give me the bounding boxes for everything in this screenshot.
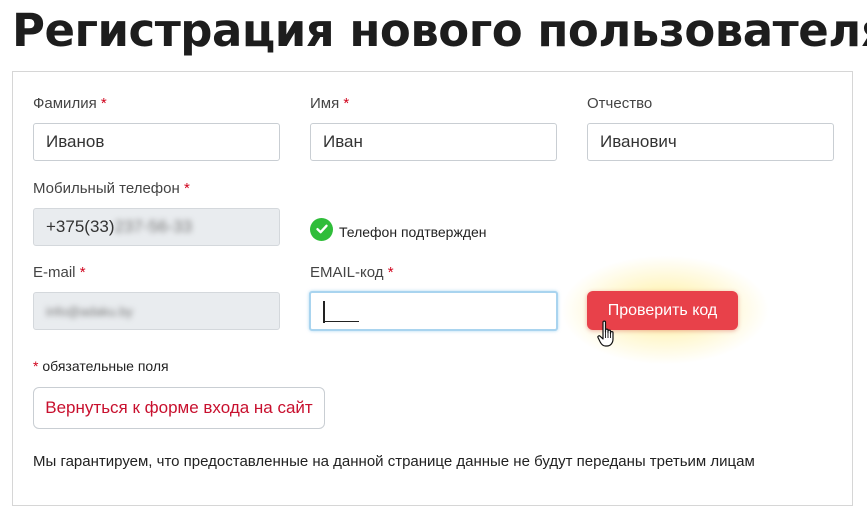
phone-value-blurred: 237-56-33 — [114, 217, 193, 236]
email-value-blurred: info@adaku.by — [46, 304, 133, 319]
check-circle-icon — [310, 217, 333, 241]
email-code-input[interactable] — [309, 291, 558, 331]
phone-verified-status: Телефон подтвержден — [310, 217, 487, 241]
middle-name-value: Иванович — [600, 132, 677, 151]
email-code-label: EMAIL-код * — [310, 264, 394, 281]
phone-label: Мобильный телефон * — [33, 180, 190, 197]
phone-label-text: Мобильный телефон — [33, 180, 180, 197]
first-name-label-text: Имя — [310, 95, 340, 112]
privacy-note: Мы гарантируем, что предоставленные на д… — [33, 453, 755, 470]
back-to-login-button[interactable]: Вернуться к форме входа на сайт — [33, 387, 325, 429]
required-fields-note: * обязательные поля — [33, 358, 169, 374]
page-title: Регистрация нового пользователя — [12, 4, 867, 57]
caret-underline — [325, 321, 359, 322]
text-caret — [323, 301, 325, 323]
phone-value: +375(33) — [46, 217, 115, 236]
last-name-input[interactable]: Иванов — [33, 123, 280, 161]
last-name-label: Фамилия * — [33, 95, 107, 112]
first-name-value: Иван — [323, 132, 363, 151]
email-label: E-mail * — [33, 264, 86, 281]
required-mark: * — [387, 264, 394, 281]
last-name-value: Иванов — [46, 132, 105, 151]
required-mark: * — [343, 95, 350, 112]
middle-name-input[interactable]: Иванович — [587, 123, 834, 161]
required-mark: * — [100, 95, 107, 112]
last-name-label-text: Фамилия — [33, 95, 97, 112]
first-name-label: Имя * — [310, 95, 349, 112]
hand-pointer-icon — [597, 320, 617, 353]
required-mark: * — [79, 264, 86, 281]
email-label-text: E-mail — [33, 264, 76, 281]
email-code-label-text: EMAIL-код — [310, 264, 384, 281]
first-name-input[interactable]: Иван — [310, 123, 557, 161]
required-mark: * — [183, 180, 190, 197]
required-mark: * — [33, 358, 39, 374]
phone-input: +375(33)237-56-33 — [33, 208, 280, 246]
email-input: info@adaku.by — [33, 292, 280, 330]
middle-name-label: Отчество — [587, 95, 653, 112]
phone-verified-text: Телефон подтвержден — [339, 224, 487, 240]
required-note-text: обязательные поля — [42, 358, 169, 374]
